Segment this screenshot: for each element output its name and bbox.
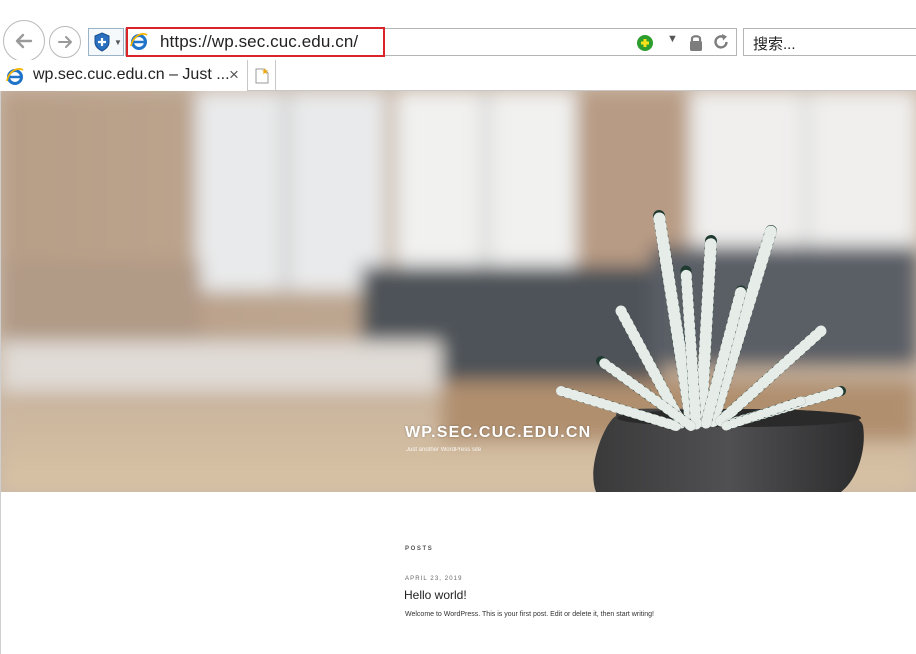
ie-logo-icon (129, 31, 149, 56)
post-date[interactable]: APRIL 23, 2019 (405, 576, 463, 582)
post-title[interactable]: Hello world! (404, 588, 467, 602)
lock-icon[interactable] (688, 33, 704, 57)
shield-plus-icon (94, 32, 110, 52)
posts-section-label: POSTS (405, 546, 434, 552)
search-placeholder: 搜索... (753, 36, 796, 53)
tab-active[interactable]: wp.sec.cuc.edu.cn – Just ... × (0, 60, 248, 91)
tracking-protection-button[interactable]: ▼ (88, 28, 124, 56)
header-image: WP.SEC.CUC.EDU.CN Just another WordPress… (1, 91, 916, 492)
tab-strip: wp.sec.cuc.edu.cn – Just ... × (0, 60, 916, 91)
site-description: Just another WordPress site (406, 447, 482, 453)
refresh-icon[interactable] (711, 32, 731, 57)
tab-title: wp.sec.cuc.edu.cn – Just ... (33, 66, 230, 83)
back-arrow-icon (15, 33, 33, 49)
web-page: WP.SEC.CUC.EDU.CN Just another WordPress… (0, 91, 916, 654)
ie-logo-icon (5, 66, 25, 91)
forward-button[interactable] (49, 26, 81, 58)
compat-view-icon[interactable] (635, 33, 655, 58)
chevron-down-icon: ▼ (114, 37, 122, 47)
forward-arrow-icon (58, 36, 72, 48)
back-button[interactable] (3, 20, 45, 62)
new-tab-button[interactable] (249, 60, 276, 91)
address-dropdown-icon[interactable]: ▼ (667, 33, 678, 45)
post-excerpt: Welcome to WordPress. This is your first… (405, 611, 654, 618)
site-title[interactable]: WP.SEC.CUC.EDU.CN (405, 424, 591, 442)
close-icon[interactable]: × (229, 65, 239, 85)
browser-toolbar: ▼ https://wp.sec.cuc.edu.cn/ ▼ 搜索... (0, 0, 916, 64)
new-tab-icon (255, 67, 269, 83)
address-url-text[interactable]: https://wp.sec.cuc.edu.cn/ (160, 32, 358, 52)
